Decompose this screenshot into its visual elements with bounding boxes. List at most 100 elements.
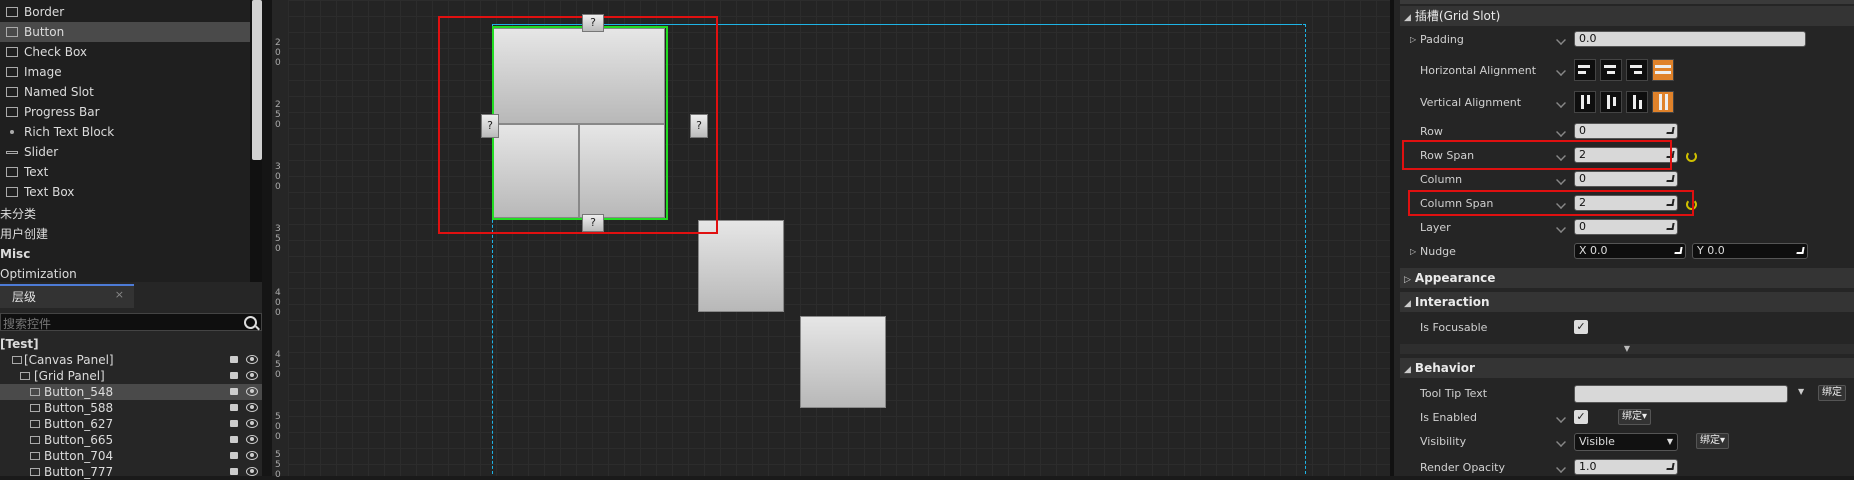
valign-fill-button[interactable]	[1652, 91, 1674, 113]
tooltip-bind-button[interactable]: 绑定	[1818, 385, 1846, 401]
section-behavior[interactable]: ◢ Behavior	[1400, 358, 1854, 378]
visibility-bind-button[interactable]: 绑定▾	[1696, 433, 1730, 449]
lock-icon[interactable]	[230, 436, 238, 443]
hierarchy-button-777[interactable]: Button_777	[0, 464, 262, 480]
reset-icon[interactable]	[1556, 413, 1566, 423]
drag-handle-icon[interactable]	[1666, 223, 1675, 230]
lock-icon[interactable]	[230, 468, 238, 475]
halign-fill-button[interactable]	[1652, 59, 1674, 81]
drag-handle-icon[interactable]	[1674, 247, 1683, 254]
padding-field[interactable]: 0.0	[1574, 31, 1806, 47]
expand-icon[interactable]: ▷	[1410, 35, 1416, 44]
lock-icon[interactable]	[230, 404, 238, 411]
eye-icon[interactable]	[246, 451, 258, 460]
is-enabled-bind-button[interactable]: 绑定▾	[1618, 409, 1652, 425]
nudge-y-field[interactable]: Y 0.0	[1692, 243, 1808, 259]
eye-icon[interactable]	[246, 467, 258, 476]
hierarchy-canvas-panel[interactable]: [Canvas Panel]	[0, 352, 262, 368]
hierarchy-root[interactable]: [Test]	[0, 336, 262, 352]
button-704-widget[interactable]	[800, 316, 886, 408]
layer-field[interactable]: 0	[1574, 219, 1678, 235]
category-optimization[interactable]: Optimization	[0, 264, 77, 282]
palette-scrollbar-thumb[interactable]	[252, 0, 262, 160]
anchor-handle-top[interactable]: ?	[582, 14, 604, 32]
palette-item-text-box[interactable]: Text Box	[0, 182, 250, 202]
chevron-down-icon[interactable]: ▼	[1798, 387, 1804, 396]
reset-icon[interactable]	[1556, 98, 1566, 108]
lock-icon[interactable]	[230, 388, 238, 395]
lock-icon[interactable]	[230, 372, 238, 379]
section-interaction[interactable]: ◢ Interaction	[1400, 292, 1854, 312]
tooltip-text-field[interactable]	[1574, 385, 1788, 403]
anchor-handle-left[interactable]: ?	[481, 114, 499, 138]
eye-icon[interactable]	[246, 387, 258, 396]
section-grid-slot[interactable]: ◢ 插槽(Grid Slot)	[1400, 6, 1854, 26]
prop-label: Horizontal Alignment	[1420, 64, 1537, 77]
advanced-expander[interactable]: ▼	[1400, 344, 1854, 354]
render-opacity-field[interactable]: 1.0	[1574, 459, 1678, 475]
lock-icon[interactable]	[230, 356, 238, 363]
hierarchy-button-665[interactable]: Button_665	[0, 432, 262, 448]
drag-handle-icon[interactable]	[1666, 127, 1675, 134]
drag-handle-icon[interactable]	[1666, 463, 1675, 470]
eye-icon[interactable]	[246, 419, 258, 428]
reset-icon[interactable]	[1556, 175, 1566, 185]
halign-left-button[interactable]	[1574, 59, 1596, 81]
hierarchy-button-548[interactable]: Button_548	[0, 384, 262, 400]
reset-icon[interactable]	[1556, 66, 1566, 76]
drag-handle-icon[interactable]	[1666, 175, 1675, 182]
is-enabled-checkbox[interactable]: ✓	[1574, 410, 1588, 424]
hierarchy-button-704[interactable]: Button_704	[0, 448, 262, 464]
palette-item-check-box[interactable]: Check Box	[0, 42, 250, 62]
reset-icon[interactable]	[1556, 35, 1566, 45]
drag-handle-icon[interactable]	[1796, 247, 1805, 254]
reset-icon[interactable]	[1556, 437, 1566, 447]
hierarchy-grid-panel[interactable]: [Grid Panel]	[0, 368, 262, 384]
hierarchy-button-627[interactable]: Button_627	[0, 416, 262, 432]
expand-icon[interactable]: ▷	[1410, 247, 1416, 256]
tab-hierarchy[interactable]: 层级 ×	[0, 284, 134, 308]
valign-center-button[interactable]	[1600, 91, 1622, 113]
reset-icon[interactable]	[1556, 127, 1566, 137]
designer-canvas[interactable]: ? ? ? ?	[288, 0, 1390, 476]
lock-icon[interactable]	[230, 452, 238, 459]
prop-nudge: ▷ Nudge X 0.0 Y 0.0	[1400, 240, 1854, 264]
valign-top-button[interactable]	[1574, 91, 1596, 113]
palette-item-named-slot[interactable]: Named Slot	[0, 82, 250, 102]
column-field[interactable]: 0	[1574, 171, 1678, 187]
category-user-created[interactable]: 用户创建	[0, 224, 48, 244]
close-icon[interactable]: ×	[115, 288, 124, 301]
hierarchy-search-input[interactable]: 搜索控件	[0, 313, 262, 331]
reset-icon[interactable]	[1556, 463, 1566, 473]
reset-icon[interactable]	[1556, 223, 1566, 233]
halign-right-button[interactable]	[1626, 59, 1648, 81]
eye-icon[interactable]	[246, 435, 258, 444]
anchor-handle-bottom[interactable]: ?	[582, 214, 604, 232]
palette-item-border[interactable]: Border	[0, 2, 250, 22]
hierarchy-button-588[interactable]: Button_588	[0, 400, 262, 416]
eye-icon[interactable]	[246, 355, 258, 364]
palette-item-button[interactable]: Button	[0, 22, 250, 42]
category-uncategorized[interactable]: 未分类	[0, 204, 36, 224]
eye-icon[interactable]	[246, 403, 258, 412]
is-focusable-checkbox[interactable]: ✓	[1574, 320, 1588, 334]
halign-center-button[interactable]	[1600, 59, 1622, 81]
valign-bottom-button[interactable]	[1626, 91, 1648, 113]
section-appearance[interactable]: ▷ Appearance	[1400, 268, 1854, 288]
search-icon[interactable]	[244, 316, 257, 329]
palette-item-text[interactable]: Text	[0, 162, 250, 182]
panel-splitter[interactable]	[262, 0, 272, 476]
lock-icon[interactable]	[230, 420, 238, 427]
row-field[interactable]: 0	[1574, 123, 1678, 139]
reset-to-default-icon[interactable]	[1686, 151, 1697, 162]
prop-label: Row	[1420, 125, 1443, 138]
palette-item-slider[interactable]: Slider	[0, 142, 250, 162]
visibility-dropdown[interactable]: Visible ▼	[1574, 433, 1678, 451]
anchor-handle-right[interactable]: ?	[690, 114, 708, 138]
nudge-x-field[interactable]: X 0.0	[1574, 243, 1686, 259]
palette-item-image[interactable]: Image	[0, 62, 250, 82]
palette-item-progress-bar[interactable]: Progress Bar	[0, 102, 250, 122]
eye-icon[interactable]	[246, 371, 258, 380]
palette-item-rich-text-block[interactable]: Rich Text Block	[0, 122, 250, 142]
category-misc[interactable]: Misc	[0, 244, 30, 264]
